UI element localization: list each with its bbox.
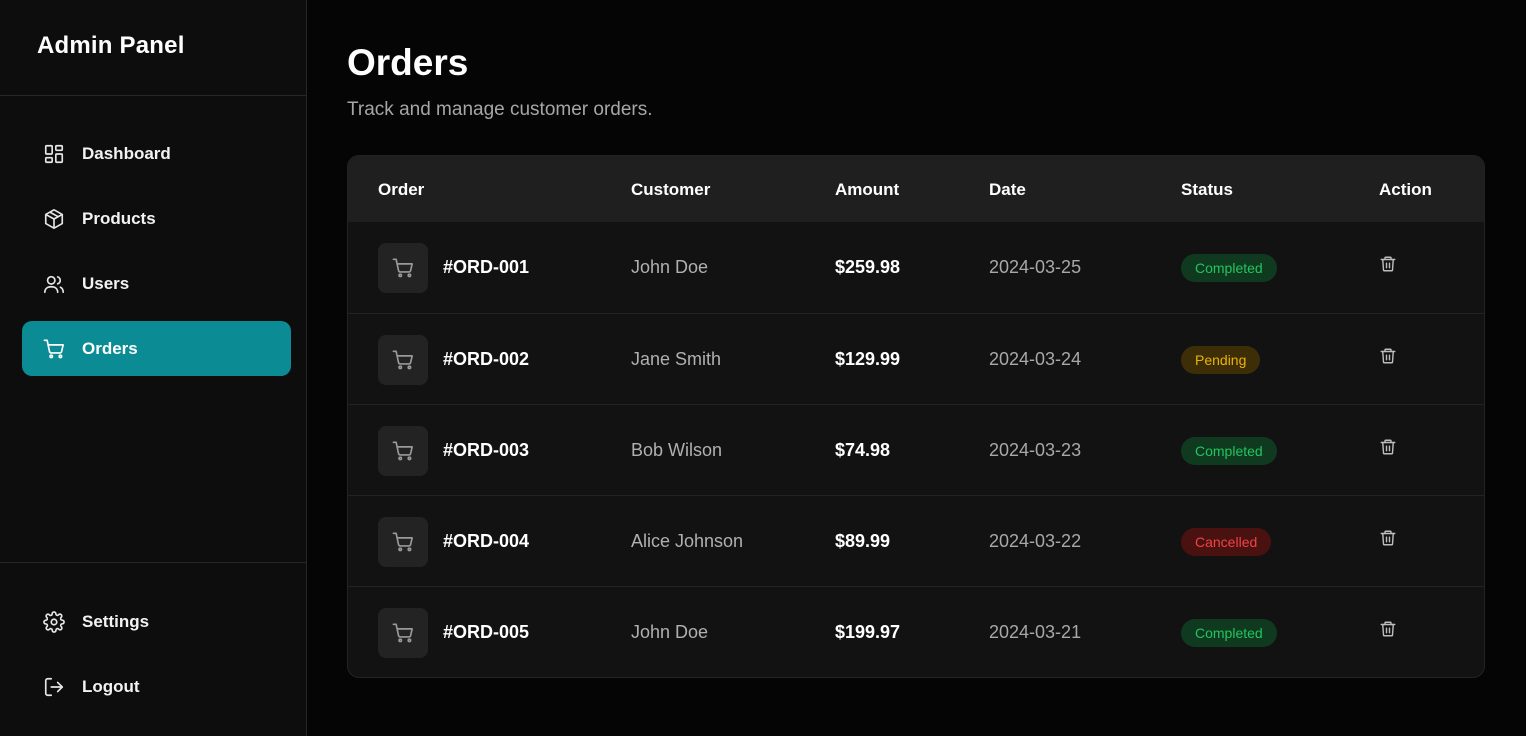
page-title: Orders <box>347 42 469 83</box>
order-amount: $89.99 <box>835 531 891 551</box>
order-cell: #ORD-003 <box>378 405 529 496</box>
sidebar-bottom-nav: Settings Logout <box>0 562 306 736</box>
cart-icon <box>378 607 428 658</box>
cart-icon <box>378 242 428 293</box>
column-header-order: Order <box>378 180 425 199</box>
table-row[interactable]: #ORD-005 John Doe $199.97 2024-03-21 Com… <box>348 586 1484 677</box>
sidebar-item-label: Users <box>82 273 130 293</box>
sidebar-item-products[interactable]: Products <box>22 191 291 246</box>
table-header: Order Customer Amount Date Status Action <box>348 156 1484 222</box>
order-id: #ORD-001 <box>443 257 530 277</box>
status-cell: Completed <box>1181 587 1277 677</box>
action-cell <box>1377 314 1399 405</box>
status-badge: Completed <box>1181 436 1277 465</box>
order-id: #ORD-004 <box>443 531 530 551</box>
order-date: 2024-03-22 <box>989 531 1082 551</box>
customer-name: Alice Johnson <box>631 531 744 551</box>
status-badge: Pending <box>1181 345 1261 374</box>
status-badge: Cancelled <box>1181 527 1272 556</box>
brand-title: Admin Panel <box>0 0 306 96</box>
column-header-date: Date <box>989 180 1026 199</box>
sidebar-item-label: Products <box>82 208 156 228</box>
status-cell: Completed <box>1181 405 1277 496</box>
order-date: 2024-03-25 <box>989 257 1082 277</box>
order-cell: #ORD-001 <box>378 222 529 313</box>
sidebar: Admin Panel Dashboard Products Users Ord… <box>0 0 307 736</box>
cart-icon <box>378 425 428 476</box>
order-amount: $259.98 <box>835 257 901 277</box>
sidebar-item-label: Dashboard <box>82 143 171 163</box>
box-icon <box>42 207 66 231</box>
order-date: 2024-03-24 <box>989 349 1082 369</box>
order-id: #ORD-005 <box>443 622 530 642</box>
trash-icon[interactable] <box>1377 345 1399 367</box>
order-amount: $129.99 <box>835 349 901 369</box>
table-row[interactable]: #ORD-002 Jane Smith $129.99 2024-03-24 P… <box>348 313 1484 404</box>
action-cell <box>1377 587 1399 677</box>
column-header-status: Status <box>1181 180 1233 199</box>
sidebar-item-label: Settings <box>82 611 150 631</box>
column-header-action: Action <box>1379 180 1432 199</box>
order-cell: #ORD-005 <box>378 587 530 677</box>
sidebar-item-settings[interactable]: Settings <box>22 594 291 649</box>
sidebar-item-orders[interactable]: Orders <box>22 321 291 376</box>
order-date: 2024-03-23 <box>989 440 1082 460</box>
trash-icon[interactable] <box>1377 527 1399 549</box>
order-id: #ORD-003 <box>443 440 530 460</box>
sidebar-item-logout[interactable]: Logout <box>22 659 291 714</box>
customer-name: John Doe <box>631 257 709 277</box>
status-cell: Cancelled <box>1181 496 1272 587</box>
sidebar-item-label: Orders <box>82 338 138 358</box>
trash-icon[interactable] <box>1377 436 1399 458</box>
customer-name: Jane Smith <box>631 349 722 369</box>
table-row[interactable]: #ORD-001 John Doe $259.98 2024-03-25 Com… <box>348 222 1484 313</box>
table-row[interactable]: #ORD-004 Alice Johnson $89.99 2024-03-22… <box>348 495 1484 586</box>
page-subtitle: Track and manage customer orders. <box>347 99 653 120</box>
status-cell: Pending <box>1181 314 1261 405</box>
gear-icon <box>42 610 66 634</box>
column-header-amount: Amount <box>835 180 900 199</box>
action-cell <box>1377 496 1399 587</box>
status-badge: Completed <box>1181 618 1277 647</box>
status-cell: Completed <box>1181 222 1277 313</box>
status-badge: Completed <box>1181 253 1277 282</box>
sidebar-item-dashboard[interactable]: Dashboard <box>22 126 291 181</box>
trash-icon[interactable] <box>1377 253 1399 275</box>
order-cell: #ORD-004 <box>378 496 529 587</box>
order-amount: $199.97 <box>835 622 901 642</box>
customer-name: John Doe <box>631 622 709 642</box>
column-header-customer: Customer <box>631 180 711 199</box>
cart-icon <box>42 337 66 361</box>
table-body: #ORD-001 John Doe $259.98 2024-03-25 Com… <box>348 222 1484 677</box>
customer-name: Bob Wilson <box>631 440 723 460</box>
orders-table: Order Customer Amount Date Status Action… <box>347 155 1485 678</box>
order-cell: #ORD-002 <box>378 314 529 405</box>
action-cell <box>1377 222 1399 313</box>
dashboard-grid-icon <box>42 142 66 166</box>
sidebar-item-label: Logout <box>82 676 140 696</box>
order-amount: $74.98 <box>835 440 891 460</box>
users-icon <box>42 272 66 296</box>
trash-icon[interactable] <box>1377 618 1399 640</box>
table-row[interactable]: #ORD-003 Bob Wilson $74.98 2024-03-23 Co… <box>348 404 1484 495</box>
cart-icon <box>378 516 428 567</box>
cart-icon <box>378 334 428 385</box>
logout-icon <box>42 675 66 699</box>
sidebar-item-users[interactable]: Users <box>22 256 291 311</box>
order-id: #ORD-002 <box>443 349 530 369</box>
action-cell <box>1377 405 1399 496</box>
order-date: 2024-03-21 <box>989 622 1082 642</box>
